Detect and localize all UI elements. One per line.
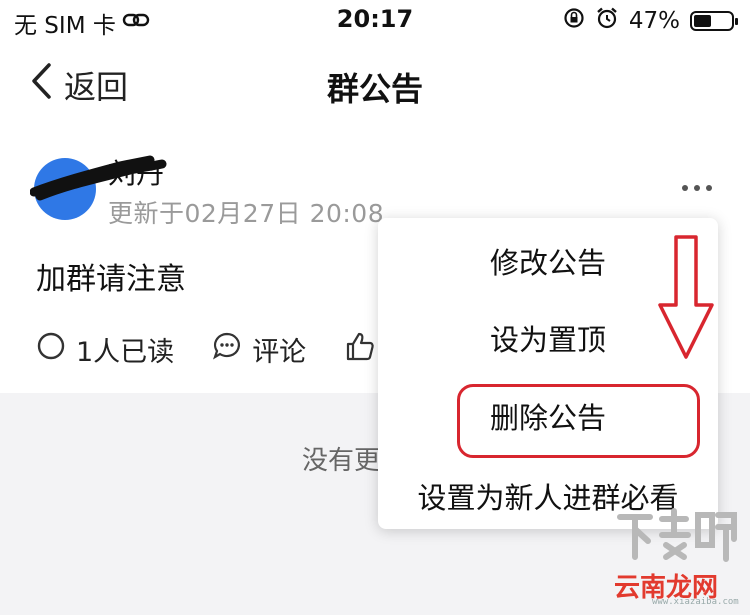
post-actions: 1人已读 评论 xyxy=(36,330,414,369)
read-count-label: 1人已读 xyxy=(76,337,175,368)
no-more-text: 没有更 xyxy=(302,446,381,476)
status-bar-right: 47% xyxy=(563,6,738,36)
like-button[interactable] xyxy=(344,330,376,369)
more-options-icon[interactable] xyxy=(682,185,712,191)
arrow-down-icon xyxy=(656,233,716,367)
read-count[interactable]: 1人已读 xyxy=(36,330,174,369)
highlight-box xyxy=(457,384,700,458)
watermark: 云南龙网 www.xiazaiba.com xyxy=(612,505,742,610)
thumbs-up-icon xyxy=(344,330,376,369)
post-content: 加群请注意 xyxy=(36,262,186,297)
rotation-lock-icon xyxy=(563,7,585,35)
updated-time: 更新于02月27日 20:08 xyxy=(108,199,385,228)
watermark-url: www.xiazaiba.com xyxy=(652,597,739,607)
page-title: 群公告 xyxy=(326,70,423,108)
comment-label: 评论 xyxy=(252,337,307,368)
alarm-icon xyxy=(595,6,619,36)
comment-icon xyxy=(212,331,242,368)
circle-icon xyxy=(36,331,66,368)
battery-fill xyxy=(694,15,711,27)
comment-button[interactable]: 评论 xyxy=(212,330,306,369)
battery-percent: 47% xyxy=(628,8,680,34)
battery-icon xyxy=(690,11,738,31)
